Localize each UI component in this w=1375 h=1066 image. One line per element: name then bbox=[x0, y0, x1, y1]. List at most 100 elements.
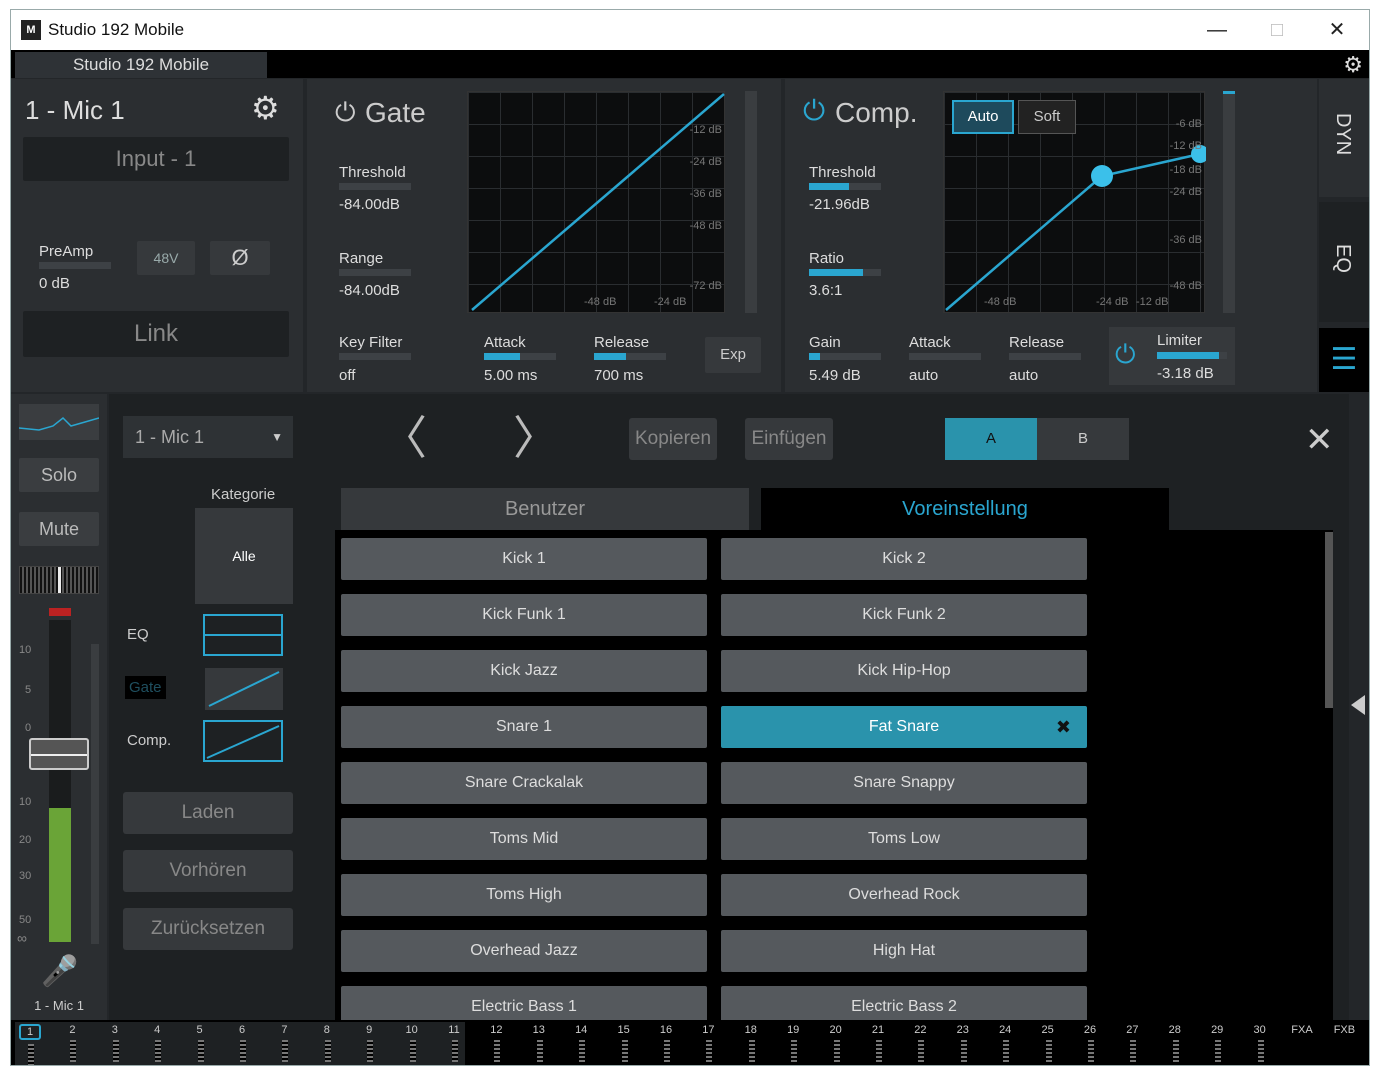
filter-comp-button[interactable] bbox=[203, 720, 283, 762]
preset-item[interactable]: Kick Funk 2 bbox=[721, 594, 1087, 636]
expander-button[interactable]: Exp bbox=[705, 337, 761, 373]
load-button[interactable]: Laden bbox=[123, 792, 293, 834]
channel-select-24[interactable]: 24 bbox=[994, 1024, 1018, 1065]
category-all-button[interactable]: Alle bbox=[195, 508, 293, 604]
gate-curve-graph[interactable]: -12 dB -24 dB -36 dB -48 dB -72 dB -48 d… bbox=[467, 91, 725, 313]
paste-button[interactable]: Einfügen bbox=[745, 418, 833, 460]
minimize-button[interactable]: — bbox=[1195, 14, 1239, 46]
channel-gear-icon[interactable]: ⚙ bbox=[251, 89, 280, 127]
channel-select-25[interactable]: 25 bbox=[1037, 1024, 1061, 1065]
comp-release-slider[interactable] bbox=[1009, 353, 1081, 360]
gate-threshold-slider[interactable] bbox=[339, 183, 411, 190]
channel-select-FXB[interactable]: FXB bbox=[1333, 1024, 1357, 1065]
tab-eq[interactable]: EQ bbox=[1319, 202, 1369, 322]
gate-release-slider[interactable] bbox=[594, 353, 666, 360]
preset-item[interactable]: Kick Hip-Hop bbox=[721, 650, 1087, 692]
preset-item[interactable]: Snare Crackalak bbox=[341, 762, 707, 804]
preset-channel-select[interactable]: 1 - Mic 1 ▼ bbox=[123, 416, 293, 458]
channel-select-28[interactable]: 28 bbox=[1164, 1024, 1188, 1065]
channel-select-29[interactable]: 29 bbox=[1206, 1024, 1230, 1065]
close-presets-icon[interactable]: ✕ bbox=[1305, 420, 1334, 460]
channel-select-19[interactable]: 19 bbox=[782, 1024, 806, 1065]
preset-item[interactable]: Snare 1 bbox=[341, 706, 707, 748]
preset-item[interactable]: Toms High bbox=[341, 874, 707, 916]
pan-knob[interactable] bbox=[19, 566, 99, 594]
channel-select-8[interactable]: 8 bbox=[316, 1024, 340, 1065]
channel-select-12[interactable]: 12 bbox=[485, 1024, 509, 1065]
limiter-power-icon[interactable]: ⏻ bbox=[1115, 339, 1136, 371]
channel-select-2[interactable]: 2 bbox=[61, 1024, 85, 1065]
ab-a-button[interactable]: A bbox=[945, 418, 1037, 460]
comp-ratio-slider[interactable] bbox=[809, 269, 881, 276]
preset-item[interactable]: Kick 1 bbox=[341, 538, 707, 580]
tab-dyn[interactable]: DYN bbox=[1319, 79, 1369, 197]
delete-preset-icon[interactable]: ✖ bbox=[1056, 706, 1071, 748]
channel-select-15[interactable]: 15 bbox=[613, 1024, 637, 1065]
key-filter-slider[interactable] bbox=[339, 353, 411, 360]
preset-scrollbar[interactable] bbox=[1325, 532, 1333, 708]
tab-user[interactable]: Benutzer bbox=[341, 488, 749, 530]
settings-gear-icon[interactable]: ⚙ bbox=[1343, 52, 1363, 78]
tab-preset[interactable]: Voreinstellung bbox=[761, 488, 1169, 530]
channel-select-16[interactable]: 16 bbox=[655, 1024, 679, 1065]
reset-button[interactable]: Zurücksetzen bbox=[123, 908, 293, 950]
comp-power-icon[interactable]: ⏻ bbox=[803, 95, 825, 128]
close-button[interactable]: ✕ bbox=[1315, 14, 1359, 46]
link-button[interactable]: Link bbox=[23, 311, 289, 357]
channel-select-14[interactable]: 14 bbox=[570, 1024, 594, 1065]
preset-item[interactable]: Kick Jazz bbox=[341, 650, 707, 692]
channel-select-4[interactable]: 4 bbox=[146, 1024, 170, 1065]
input-select-button[interactable]: Input - 1 bbox=[23, 137, 289, 181]
maximize-button[interactable]: □ bbox=[1255, 14, 1299, 46]
preset-item[interactable]: Electric Bass 1 bbox=[341, 986, 707, 1020]
channel-select-20[interactable]: 20 bbox=[825, 1024, 849, 1065]
channel-select-30[interactable]: 30 bbox=[1249, 1024, 1273, 1065]
channel-select-13[interactable]: 13 bbox=[528, 1024, 552, 1065]
preset-item[interactable]: Toms Low bbox=[721, 818, 1087, 860]
mute-button[interactable]: Mute bbox=[19, 512, 99, 546]
channel-select-11[interactable]: 11 bbox=[443, 1024, 467, 1065]
channel-select-17[interactable]: 17 bbox=[697, 1024, 721, 1065]
previous-arrow-icon[interactable]: 〈 bbox=[381, 415, 427, 461]
phase-invert-button[interactable]: Ø bbox=[210, 241, 270, 275]
comp-threshold-slider[interactable] bbox=[809, 183, 881, 190]
comp-auto-button[interactable]: Auto bbox=[952, 100, 1014, 134]
gate-range-slider[interactable] bbox=[339, 269, 411, 276]
channel-select-22[interactable]: 22 bbox=[909, 1024, 933, 1065]
gate-power-icon[interactable]: ⏻ bbox=[335, 97, 356, 129]
preset-item[interactable]: Kick Funk 1 bbox=[341, 594, 707, 636]
preset-item[interactable]: High Hat bbox=[721, 930, 1087, 972]
preview-button[interactable]: Vorhören bbox=[123, 850, 293, 892]
channel-select-7[interactable]: 7 bbox=[273, 1024, 297, 1065]
comp-soft-button[interactable]: Soft bbox=[1018, 100, 1076, 134]
preset-item[interactable]: Overhead Jazz bbox=[341, 930, 707, 972]
preset-item[interactable]: Kick 2 bbox=[721, 538, 1087, 580]
fader-handle[interactable] bbox=[29, 738, 89, 770]
channel-select-18[interactable]: 18 bbox=[740, 1024, 764, 1065]
channel-select-10[interactable]: 10 bbox=[401, 1024, 425, 1065]
channel-select-21[interactable]: 21 bbox=[867, 1024, 891, 1065]
next-arrow-icon[interactable]: 〉 bbox=[513, 415, 559, 461]
channel-select-23[interactable]: 23 bbox=[952, 1024, 976, 1065]
channel-select-27[interactable]: 27 bbox=[1121, 1024, 1145, 1065]
channel-select-26[interactable]: 26 bbox=[1079, 1024, 1103, 1065]
preset-item[interactable]: Electric Bass 2 bbox=[721, 986, 1087, 1020]
copy-button[interactable]: Kopieren bbox=[629, 418, 717, 460]
channel-select-FXA[interactable]: FXA bbox=[1291, 1024, 1315, 1065]
filter-eq-button[interactable] bbox=[203, 614, 283, 656]
channel-select-1[interactable]: 1 bbox=[19, 1024, 43, 1065]
comp-attack-slider[interactable] bbox=[909, 353, 981, 360]
channel-select-3[interactable]: 3 bbox=[104, 1024, 128, 1065]
preamp-slider[interactable] bbox=[39, 262, 111, 269]
ab-b-button[interactable]: B bbox=[1037, 418, 1129, 460]
limiter-slider[interactable] bbox=[1157, 352, 1227, 359]
preset-item[interactable]: Fat Snare ✖ bbox=[721, 706, 1087, 748]
gate-attack-slider[interactable] bbox=[484, 353, 556, 360]
channel-select-6[interactable]: 6 bbox=[231, 1024, 255, 1065]
solo-button[interactable]: Solo bbox=[19, 458, 99, 492]
device-tab[interactable]: Studio 192 Mobile bbox=[15, 52, 267, 78]
phantom-48v-button[interactable]: 48V bbox=[137, 241, 195, 275]
comp-curve-graph[interactable]: Auto Soft -6 dB -12 dB -18 dB -24 dB -36… bbox=[943, 91, 1206, 313]
comp-gain-slider[interactable] bbox=[809, 353, 881, 360]
preset-item[interactable]: Toms Mid bbox=[341, 818, 707, 860]
